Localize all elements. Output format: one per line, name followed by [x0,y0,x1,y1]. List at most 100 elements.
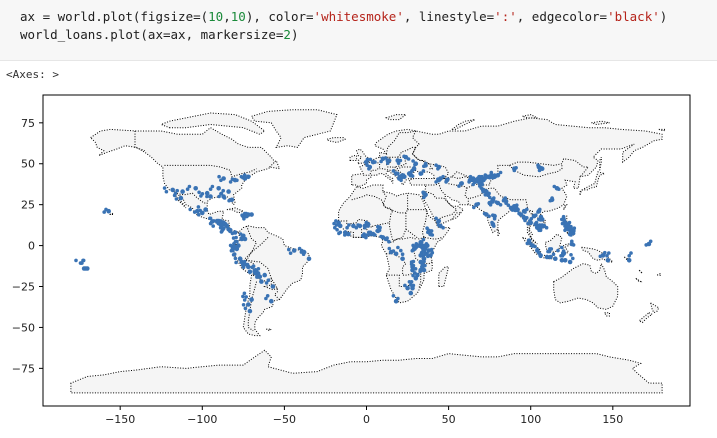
loan-point [235,178,239,183]
loan-point [494,174,498,178]
loan-point [297,246,302,251]
loan-point [242,298,247,302]
y-tick-label: 25 [21,199,35,212]
loan-point [421,169,426,173]
loan-point [535,247,540,252]
code-token: ax = world.plot(figsize=( [20,9,209,24]
loan-point [235,239,239,244]
loan-point [217,174,221,179]
loan-point [538,207,542,212]
loan-point [536,224,541,228]
loan-point [571,256,575,261]
loan-point [269,298,274,304]
loan-point [204,190,210,196]
loan-point [231,253,236,257]
loan-point [367,167,371,171]
loan-point [170,187,175,193]
loan-point [219,178,223,183]
loan-point [409,260,414,264]
loan-point [335,228,339,232]
loan-point [209,220,214,224]
loan-point [228,243,233,248]
loan-point [211,224,215,228]
loan-point [193,186,198,191]
loan-point [472,205,476,210]
loan-point [564,227,568,231]
loan-point [514,205,518,209]
loan-point [525,216,529,220]
loan-point [242,259,247,264]
loan-point [487,214,491,219]
loan-point [411,263,416,268]
loan-point [553,256,558,261]
loan-point [306,256,312,261]
loan-point [421,256,426,261]
y-tick-label: 75 [21,117,35,130]
loan-point [239,174,244,179]
loan-point [429,247,434,252]
loan-point [373,233,377,237]
loan-point [239,236,244,240]
loan-point [603,250,607,255]
code-cell[interactable]: ax = world.plot(figsize=(10,10), color='… [0,0,717,61]
loan-point [411,159,415,163]
loan-point [192,210,197,214]
loan-point [338,230,343,235]
loan-point [265,294,270,298]
loan-point [228,228,233,232]
loan-point [241,303,246,307]
loan-point [446,177,450,181]
loan-point [403,283,407,288]
loan-point [492,224,496,228]
loan-point [482,188,487,193]
loan-point [571,243,576,247]
loan-point [245,262,250,267]
loan-point [256,267,261,271]
code-token: world_loans.plot(ax=ax, markersize= [20,27,284,42]
loan-point [430,250,435,255]
loan-point [412,166,416,170]
code-token: ), color= [245,9,314,24]
loan-point [196,205,201,209]
loan-point [557,187,561,191]
loan-point [364,220,369,225]
loan-point [399,248,403,253]
loan-point [539,166,544,170]
loan-point [407,280,412,284]
loan-point [200,210,205,216]
loan-point [347,223,351,227]
loan-point [368,230,373,235]
loan-point [534,213,538,217]
loan-point [162,186,167,190]
loan-point [234,260,238,265]
loan-point [629,251,633,255]
loan-point [221,188,225,193]
loan-point [425,226,429,230]
loan-point [188,207,192,212]
loan-point [569,253,573,257]
x-tick-label: 100 [520,413,541,426]
loan-point [413,267,418,271]
loan-point [365,157,370,162]
loan-point [536,163,540,167]
loan-point [436,223,441,227]
loan-point [396,296,400,301]
y-tick-label: 50 [21,158,35,171]
loan-point [494,200,498,204]
loan-point [231,248,235,253]
loan-point [227,198,231,203]
loan-point [426,254,430,259]
loan-point [408,290,414,296]
loan-point [434,163,438,167]
loan-point [413,247,417,251]
loan-point [436,167,440,171]
loan-point [187,184,192,189]
loan-point [572,226,577,230]
loan-point [247,308,253,314]
loan-point [413,162,417,167]
loan-point [419,253,424,257]
loan-point [483,173,488,177]
loan-point [538,228,543,233]
output-text: <Axes: > [6,68,59,81]
loan-point [491,213,495,217]
